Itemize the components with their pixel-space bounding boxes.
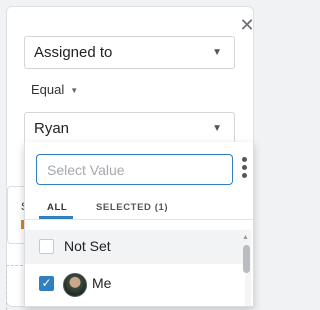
operator-select[interactable]: Equal ▼	[31, 82, 78, 97]
field-select[interactable]: Assigned to ▼	[24, 36, 235, 69]
option-label: Not Set	[64, 238, 111, 254]
close-icon[interactable]: ✕	[238, 16, 256, 34]
caret-down-icon: ▼	[70, 86, 79, 95]
value-dropdown: ALL SELECTED (1) Not Set ✓ Me ▲	[24, 142, 254, 307]
checkbox-unchecked[interactable]	[39, 239, 54, 254]
dropdown-arrow-icon: ▼	[212, 47, 222, 58]
option-not-set[interactable]: Not Set	[25, 230, 247, 264]
field-select-value: Assigned to	[34, 44, 113, 61]
value-select[interactable]: Ryan ▼	[24, 112, 235, 145]
checkbox-checked-icon[interactable]: ✓	[39, 276, 54, 291]
scroll-up-icon[interactable]: ▲	[242, 234, 249, 241]
avatar	[63, 273, 87, 297]
tab-all[interactable]: ALL	[47, 202, 67, 213]
value-select-value: Ryan	[34, 120, 70, 137]
operator-value: Equal	[31, 82, 65, 97]
dropdown-arrow-icon: ▼	[212, 123, 222, 134]
option-me[interactable]: ✓ Me	[25, 266, 247, 300]
search-input[interactable]	[36, 154, 233, 185]
more-options-icon[interactable]	[240, 157, 248, 181]
option-label: Me	[92, 275, 112, 291]
tab-divider	[25, 219, 253, 220]
tab-selected[interactable]: SELECTED (1)	[96, 202, 168, 213]
scrollbar-thumb[interactable]	[243, 245, 250, 273]
